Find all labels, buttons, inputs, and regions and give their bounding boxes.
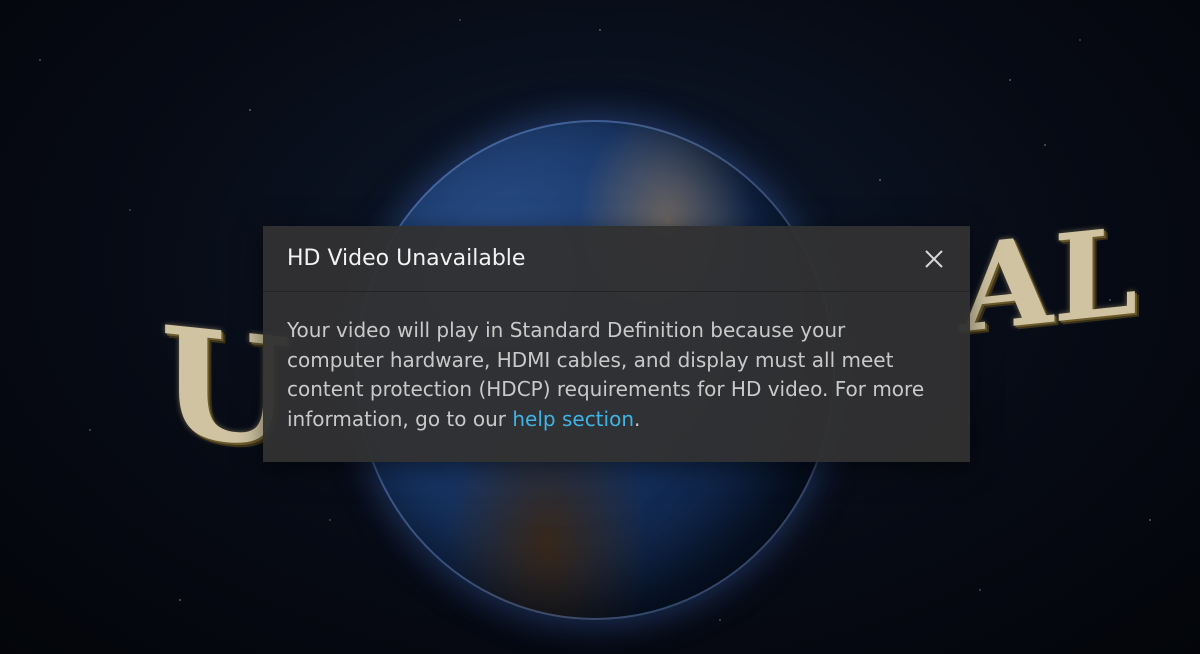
dialog-message-end: . — [634, 406, 641, 431]
help-section-link[interactable]: help section — [512, 407, 634, 431]
dialog-header: HD Video Unavailable — [263, 226, 970, 292]
video-player-background: U AL HD Video Unavailable Your video wil… — [0, 0, 1200, 654]
logo-letters-al: AL — [960, 200, 1138, 361]
hd-unavailable-dialog: HD Video Unavailable Your video will pla… — [263, 226, 970, 462]
close-icon — [925, 249, 943, 268]
dialog-title: HD Video Unavailable — [287, 246, 526, 271]
dialog-message: Your video will play in Standard Definit… — [263, 292, 970, 434]
close-button[interactable] — [920, 245, 948, 273]
